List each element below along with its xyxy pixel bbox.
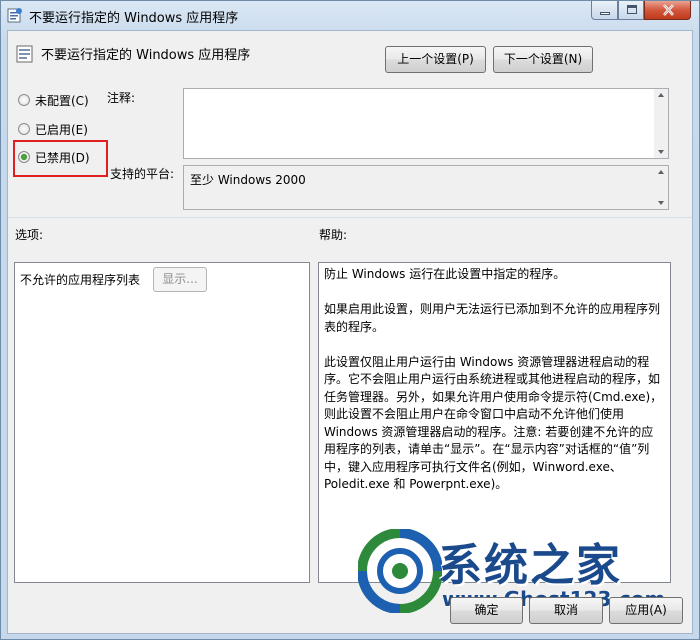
- scroll-up-icon[interactable]: [658, 93, 664, 97]
- radio-circle: [18, 94, 30, 106]
- radio-enabled-label: 已启用(E): [35, 123, 88, 137]
- close-icon: [663, 4, 674, 16]
- supported-platform-field: 至少 Windows 2000: [183, 165, 669, 210]
- ok-button[interactable]: 确定: [450, 597, 523, 624]
- dialog-window: 不要运行指定的 Windows 应用程序 不要运行指定的 Windows 应用程…: [0, 0, 700, 640]
- show-button[interactable]: 显示...: [153, 267, 207, 292]
- policy-setting-icon: [16, 45, 33, 63]
- radio-circle: [18, 123, 30, 135]
- platform-scrollbar[interactable]: [654, 166, 668, 209]
- supported-platform-label: 支持的平台:: [110, 167, 175, 181]
- close-button[interactable]: [644, 1, 691, 20]
- help-label: 帮助:: [319, 228, 348, 242]
- maximize-icon: [627, 5, 637, 14]
- help-paragraph: 此设置仅阻止用户运行由 Windows 资源管理器进程启动的程序。它不会阻止用户…: [324, 354, 663, 492]
- help-panel[interactable]: 防止 Windows 运行在此设置中指定的程序。 如果启用此设置，则用户无法运行…: [318, 262, 671, 583]
- section-divider: [8, 217, 692, 218]
- policy-app-icon: [7, 8, 22, 23]
- comment-scrollbar[interactable]: [654, 89, 668, 158]
- help-text: 防止 Windows 运行在此设置中指定的程序。 如果启用此设置，则用户无法运行…: [324, 266, 664, 511]
- scroll-down-icon[interactable]: [658, 150, 664, 154]
- scroll-up-icon[interactable]: [658, 170, 664, 174]
- options-panel: 不允许的应用程序列表 显示...: [14, 262, 310, 583]
- red-highlight-box: [13, 140, 108, 177]
- previous-setting-button[interactable]: 上一个设置(P): [385, 46, 486, 73]
- policy-name: 不要运行指定的 Windows 应用程序: [41, 48, 251, 63]
- radio-not-configured-label: 未配置(C): [35, 94, 89, 108]
- help-paragraph: 防止 Windows 运行在此设置中指定的程序。: [324, 267, 566, 281]
- minimize-button[interactable]: [591, 1, 618, 20]
- cancel-button[interactable]: 取消: [529, 597, 603, 624]
- disallowed-apps-label: 不允许的应用程序列表: [20, 273, 141, 287]
- comment-textarea[interactable]: [183, 88, 669, 159]
- next-setting-button[interactable]: 下一个设置(N): [493, 46, 593, 73]
- supported-platform-value: 至少 Windows 2000: [190, 173, 306, 187]
- maximize-button[interactable]: [618, 1, 644, 20]
- title-bar[interactable]: 不要运行指定的 Windows 应用程序: [1, 1, 699, 29]
- dialog-client: 不要运行指定的 Windows 应用程序 上一个设置(P) 下一个设置(N) 未…: [7, 30, 693, 634]
- help-paragraph: 如果启用此设置，则用户无法运行已添加到不允许的应用程序列表的程序。: [324, 302, 661, 334]
- comment-label: 注释:: [107, 91, 136, 105]
- window-title: 不要运行指定的 Windows 应用程序: [29, 11, 239, 26]
- apply-button[interactable]: 应用(A): [609, 597, 683, 624]
- minimize-icon: [600, 12, 610, 15]
- options-label: 选项:: [15, 228, 44, 242]
- scroll-down-icon[interactable]: [658, 201, 664, 205]
